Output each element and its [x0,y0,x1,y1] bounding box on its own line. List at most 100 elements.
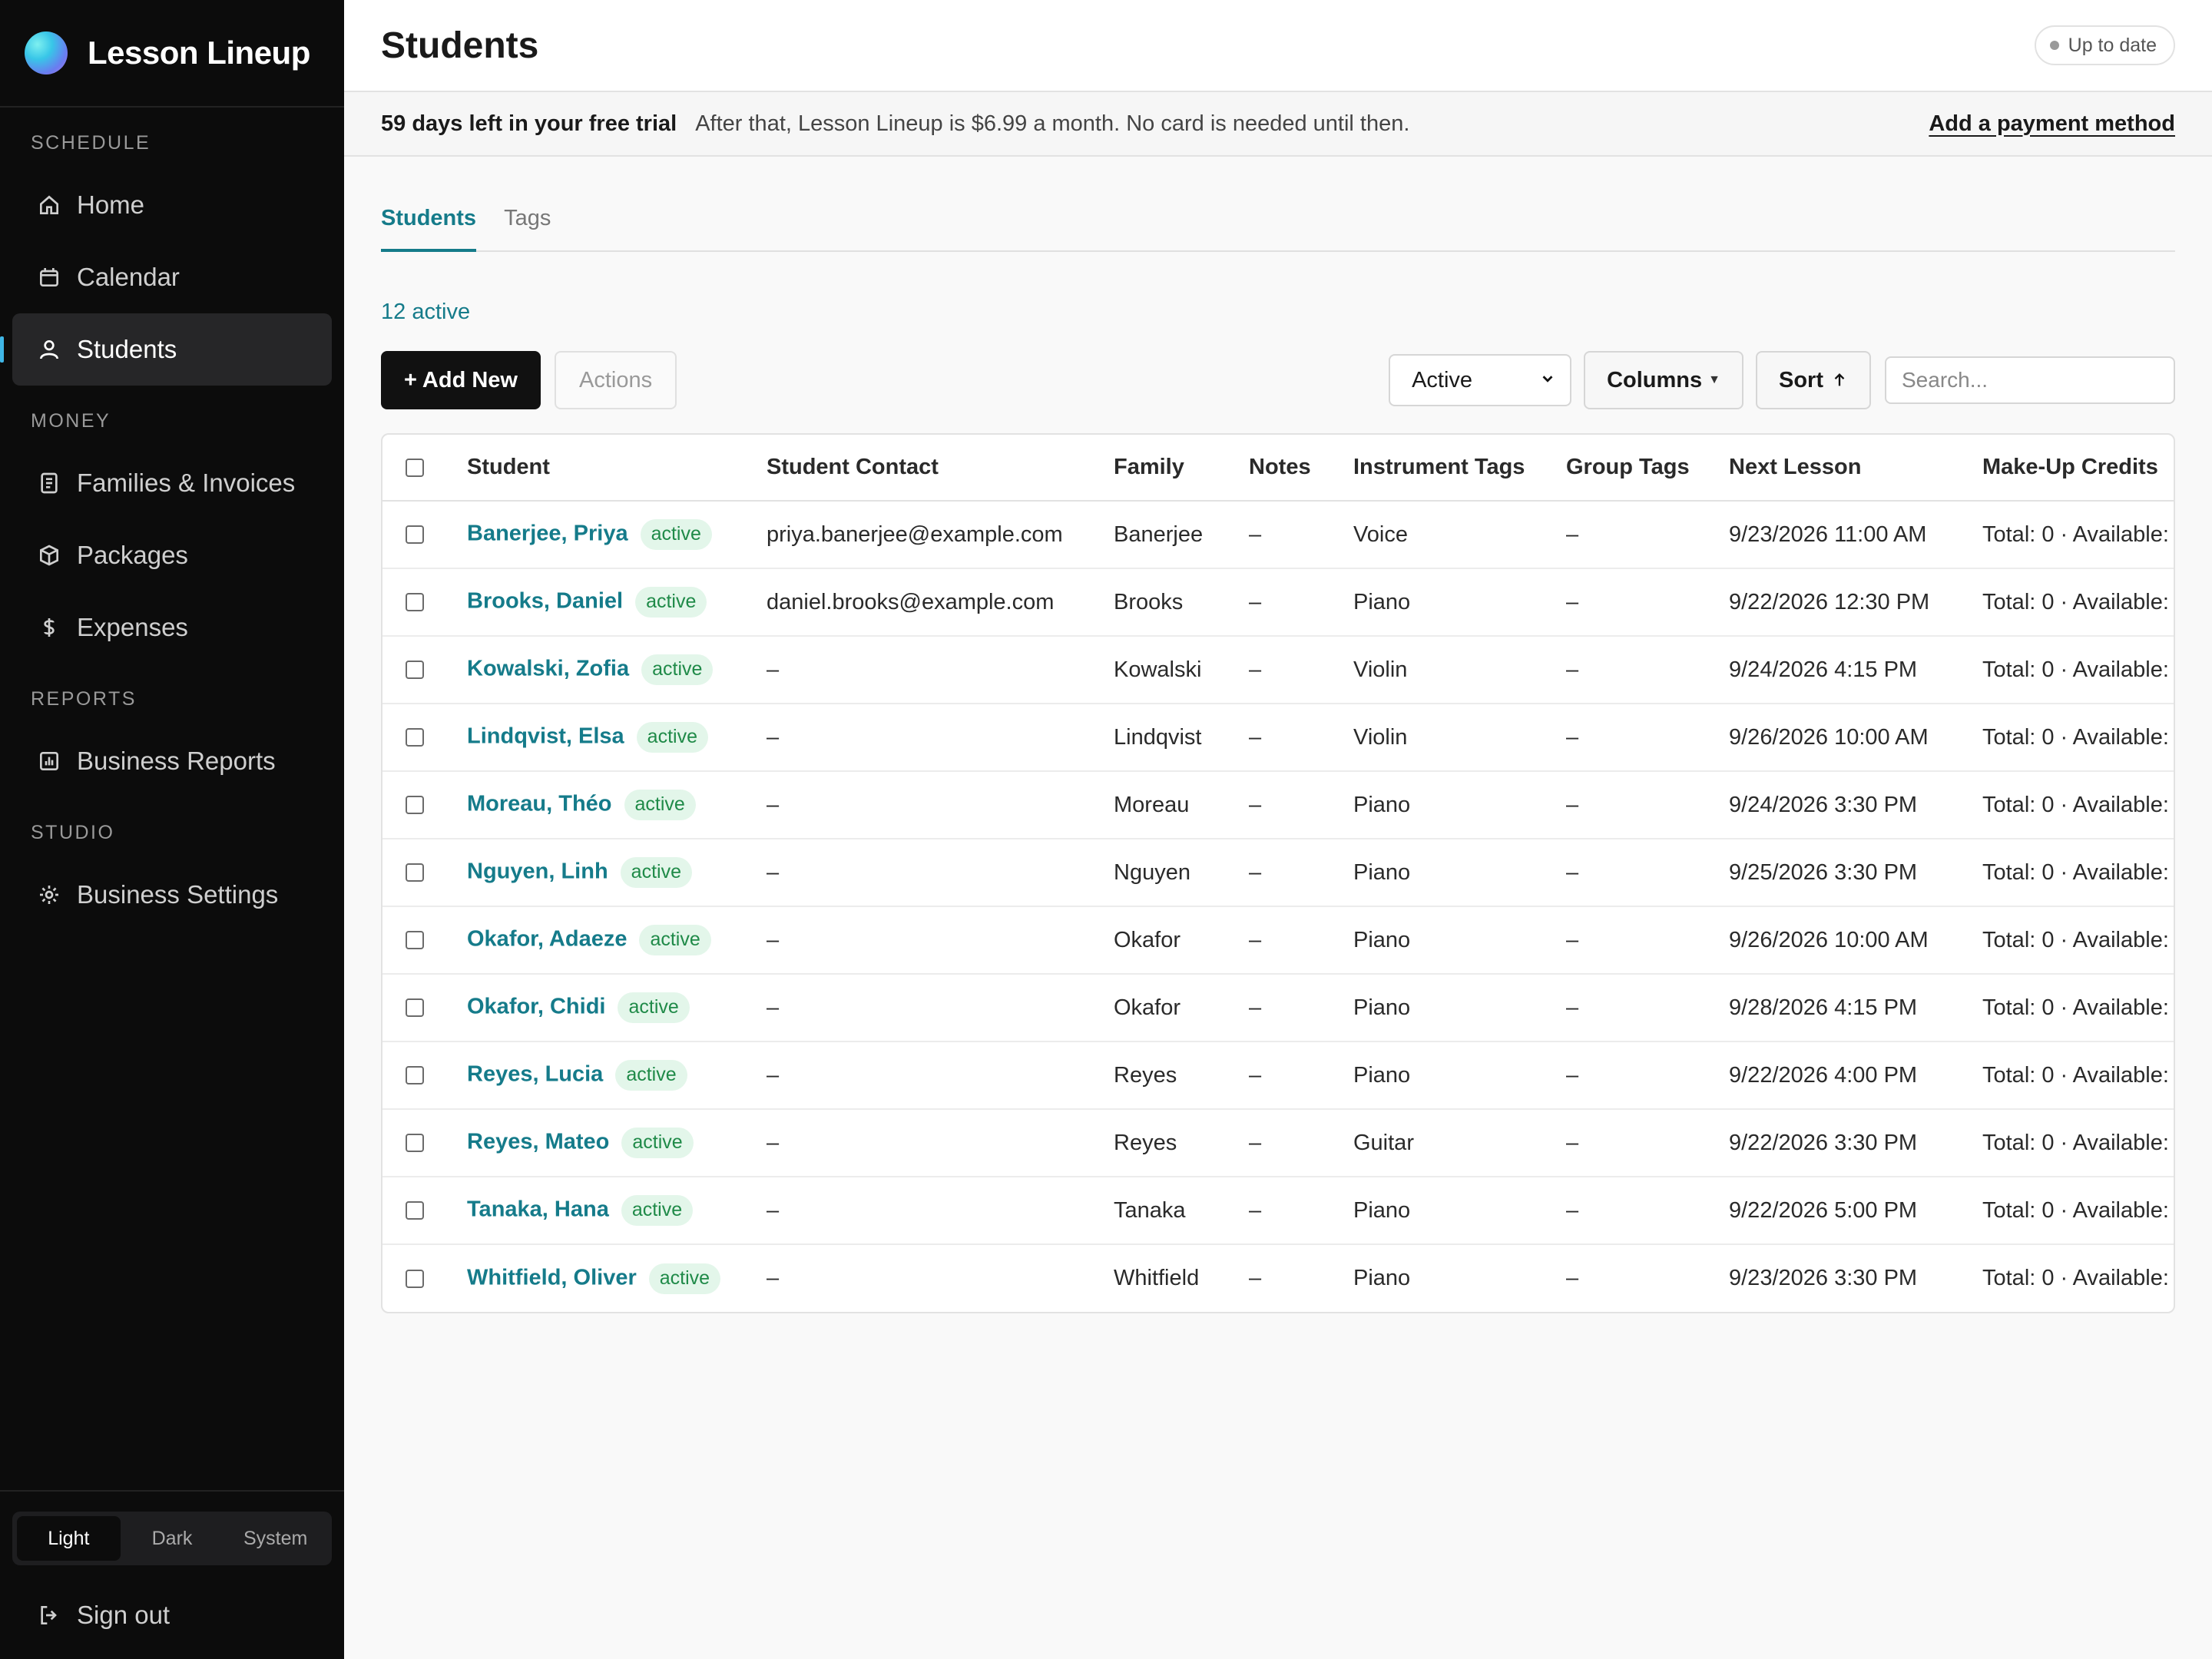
student-name-link[interactable]: Moreau, Théo [467,792,612,816]
sidebar-item-calendar[interactable]: Calendar [12,241,332,313]
section-label-money: MONEY [31,410,111,432]
theme-option-dark[interactable]: Dark [121,1516,224,1561]
notes: – [1249,704,1353,772]
column-header-contact[interactable]: Student Contact [767,435,1114,502]
table-row[interactable]: Kowalski, Zofia active – Kowalski – Violin –9/… [382,636,2174,704]
column-header-student[interactable]: Student [467,435,767,502]
sort-button[interactable]: Sort [1756,351,1871,409]
brand-logo [25,31,68,75]
row-checkbox[interactable] [406,796,424,814]
table-row[interactable]: Banerjee, Priya active priya.banerjee@exam… [382,501,2174,569]
student-name-link[interactable]: Brooks, Daniel [467,589,623,614]
student-name-link[interactable]: Reyes, Mateo [467,1130,609,1154]
group-tags: – [1566,568,1729,637]
table-row[interactable]: Reyes, Lucia active – Reyes – Piano –9/22/2026… [382,1041,2174,1110]
column-header-makeup-credits[interactable]: Make-Up Credits [1982,435,2174,502]
actions-button[interactable]: Actions [554,351,677,409]
table-row[interactable]: Okafor, Chidi active – Okafor – Piano –9/28/20… [382,974,2174,1042]
next-lesson: 9/23/2026 3:30 PM [1729,1266,1918,1290]
row-checkbox[interactable] [406,1066,424,1084]
status-badge: active [648,1263,721,1294]
notes: – [1249,974,1353,1042]
table-row[interactable]: Brooks, Daniel active daniel.brooks@exampl… [382,568,2174,637]
makeup-credits: Total: 0 · Available: [1982,636,2174,704]
row-checkbox[interactable] [406,525,424,544]
row-checkbox[interactable] [406,998,424,1017]
arrow-up-icon [1831,371,1848,389]
row-checkbox[interactable] [406,863,424,882]
student-name-link[interactable]: Okafor, Chidi [467,995,605,1019]
add-new-button[interactable]: + Add New [381,351,541,409]
makeup-credits: Total: 0 · Available: [1982,1041,2174,1110]
sidebar-item-expenses[interactable]: Expenses [12,591,332,664]
table-row[interactable]: Reyes, Mateo active – Reyes – Guitar –9/22/202… [382,1109,2174,1177]
notes: – [1249,839,1353,907]
sidebar-item-label: Packages [77,541,188,569]
student-contact: – [767,636,1114,704]
row-checkbox[interactable] [406,593,424,611]
student-name-link[interactable]: Tanaka, Hana [467,1197,609,1222]
sidebar-item-home[interactable]: Home [12,169,332,241]
row-checkbox[interactable] [406,661,424,679]
status-badge: active [621,1195,694,1226]
makeup-credits: Total: 0 · Available: [1982,704,2174,772]
table-row[interactable]: Okafor, Adaeze active – Okafor – Piano –9/26/2… [382,906,2174,975]
sidebar-item-label: Calendar [77,263,180,291]
family-name: Kowalski [1114,636,1249,704]
row-checkbox[interactable] [406,1134,424,1152]
status-filter-select[interactable]: Active [1389,354,1572,406]
columns-button[interactable]: Columns ▼ [1584,351,1743,409]
student-name-link[interactable]: Reyes, Lucia [467,1062,603,1087]
select-all-checkbox[interactable] [406,458,424,477]
column-header-family[interactable]: Family [1114,435,1249,502]
family-name: Nguyen [1114,839,1249,907]
student-name-link[interactable]: Banerjee, Priya [467,522,628,546]
makeup-credits: Total: 0 · Available: [1982,771,2174,839]
trial-headline: 59 days left in your free trial [381,111,677,136]
status-dot-icon [2049,41,2059,50]
sidebar-item-families-invoices[interactable]: Families & Invoices [12,447,332,519]
row-checkbox[interactable] [406,728,424,747]
table-row[interactable]: Lindqvist, Elsa active – Lindqvist – Violin –9… [382,704,2174,772]
next-lesson: 9/26/2026 10:00 AM [1729,906,1982,975]
tab-tags[interactable]: Tags [504,190,551,250]
makeup-credits: Total: 0 · Available: [1982,1266,2169,1290]
add-payment-method-link[interactable]: Add a payment method [1929,111,2175,137]
main-content: Students Up to date 59 days left in your… [344,0,2212,1659]
sidebar-item-business-settings[interactable]: Business Settings [12,859,332,931]
student-name-link[interactable]: Kowalski, Zofia [467,657,629,681]
column-header-instrument-tags[interactable]: Instrument Tags [1353,435,1566,502]
table-row[interactable]: Moreau, Théo active – Moreau – Piano –9/24/202… [382,771,2174,839]
sidebar-item-label: Families & Invoices [77,469,296,497]
row-checkbox[interactable] [406,931,424,949]
row-checkbox[interactable] [406,1269,424,1288]
tab-students[interactable]: Students [381,190,477,252]
student-name-link[interactable]: Okafor, Adaeze [467,927,627,952]
row-checkbox[interactable] [406,1201,424,1220]
column-header-group-tags[interactable]: Group Tags [1566,435,1729,502]
student-name-link[interactable]: Nguyen, Linh [467,859,608,884]
trial-message: After that, Lesson Lineup is $6.99 a mon… [695,111,1410,136]
sign-out-button[interactable]: Sign out [0,1581,344,1650]
brand[interactable]: Lesson Lineup [0,0,344,108]
student-name-link[interactable]: Lindqvist, Elsa [467,724,624,749]
sidebar-item-label: Business Reports [77,747,276,775]
column-header-notes[interactable]: Notes [1249,435,1353,502]
table-row[interactable]: Nguyen, Linh active – Nguyen – Piano –9/25/202… [382,839,2174,907]
sidebar-item-packages[interactable]: Packages [12,519,332,591]
theme-option-light[interactable]: Light [17,1516,121,1561]
search-input[interactable] [1885,356,2175,404]
student-name-link[interactable]: Whitfield, Oliver [467,1265,637,1290]
nav-section-schedule: SCHEDULE Home Calendar Students [0,132,344,386]
column-header-next-lesson[interactable]: Next Lesson [1729,435,1982,502]
notes: – [1249,1109,1353,1177]
student-contact: – [767,1109,1114,1177]
theme-option-system[interactable]: System [224,1516,327,1561]
sidebar-item-business-reports[interactable]: Business Reports [12,725,332,797]
sidebar-item-students[interactable]: Students [0,313,332,386]
next-lesson: 9/24/2026 4:15 PM [1729,636,1982,704]
students-panel: Students Tags 12 active + Add New Action… [344,190,2212,1313]
table-row[interactable]: Whitfield, Oliver active – Whitfield – Piano –… [382,1244,2174,1312]
student-contact: – [767,906,1114,975]
table-row[interactable]: Tanaka, Hana active – Tanaka – Piano –9/22/202… [382,1177,2174,1245]
